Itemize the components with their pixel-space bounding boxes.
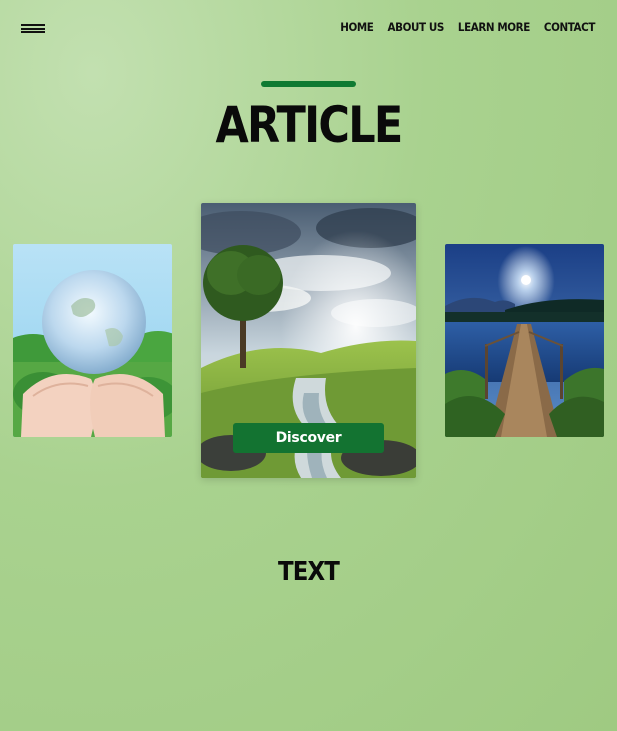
globe-in-hands-image xyxy=(13,244,172,437)
nav-learn-more[interactable]: LEARN MORE xyxy=(458,20,530,34)
hamburger-menu-icon[interactable] xyxy=(21,24,45,33)
hamburger-line xyxy=(21,24,45,26)
section-title: TEXT xyxy=(278,557,340,587)
lake-pier-night-image xyxy=(445,244,604,437)
hamburger-line xyxy=(21,27,45,30)
nav-about-us[interactable]: ABOUT US xyxy=(387,20,444,34)
nav-contact[interactable]: CONTACT xyxy=(544,20,595,34)
hamburger-line xyxy=(21,31,45,33)
carousel-card-right[interactable] xyxy=(445,244,604,437)
title-accent-bar xyxy=(261,81,356,87)
nav-home[interactable]: HOME xyxy=(340,20,374,34)
top-navigation: HOME ABOUT US LEARN MORE CONTACT xyxy=(340,20,595,34)
carousel-card-left[interactable] xyxy=(13,244,172,437)
discover-button[interactable]: Discover xyxy=(233,423,384,453)
page-title: ARTICLE xyxy=(215,96,403,154)
